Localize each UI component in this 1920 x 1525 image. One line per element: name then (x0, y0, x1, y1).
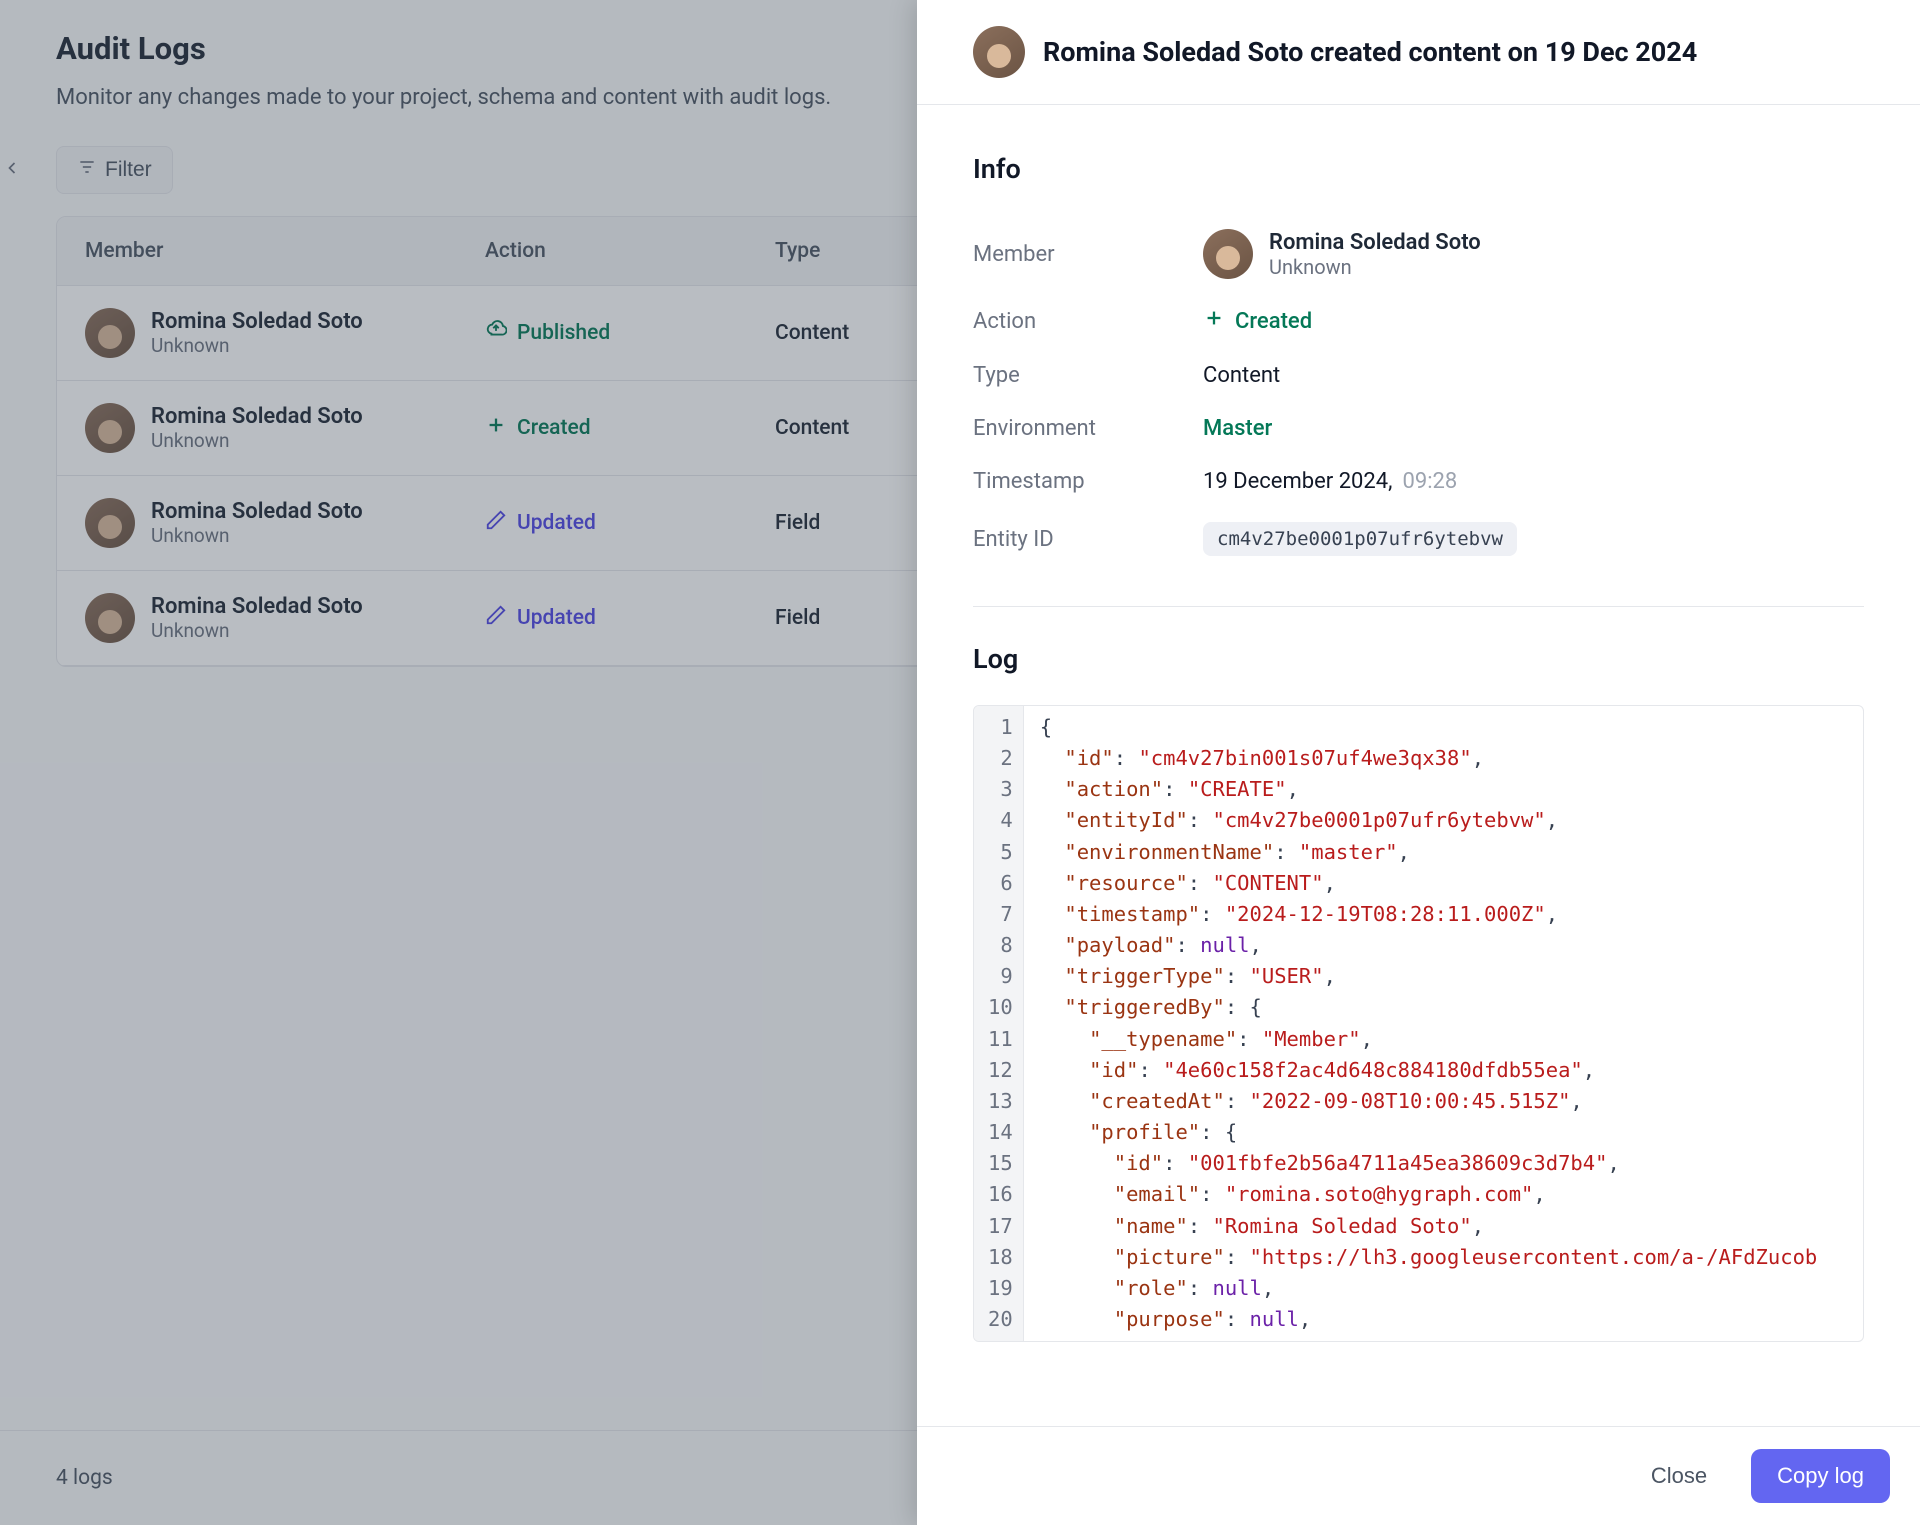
plus-icon (1203, 307, 1225, 335)
log-detail-panel: Romina Soledad Soto created content on 1… (917, 0, 1920, 1525)
timestamp-time: 09:28 (1402, 469, 1457, 494)
close-button[interactable]: Close (1625, 1449, 1733, 1503)
copy-log-button[interactable]: Copy log (1751, 1449, 1890, 1503)
code-content[interactable]: { "id": "cm4v27bin001s07uf4we3qx38", "ac… (1024, 706, 1834, 1341)
label-type: Type (973, 363, 1203, 388)
info-heading: Info (973, 153, 1864, 185)
action-value: Created (1235, 309, 1312, 334)
avatar (1203, 229, 1253, 279)
label-entity-id: Entity ID (973, 527, 1203, 552)
log-heading: Log (973, 643, 1864, 675)
panel-body[interactable]: Info Member Romina Soledad Soto Unknown … (917, 105, 1920, 1426)
member-name: Romina Soledad Soto (1269, 230, 1481, 255)
entity-id-chip[interactable]: cm4v27be0001p07ufr6ytebvw (1203, 522, 1517, 556)
member-role: Unknown (1269, 255, 1481, 279)
environment-value: Master (1203, 416, 1272, 441)
label-environment: Environment (973, 416, 1203, 441)
log-json-viewer[interactable]: 1 2 3 4 5 6 7 8 9 10 11 12 13 14 15 16 1… (973, 705, 1864, 1342)
label-action: Action (973, 309, 1203, 334)
panel-header: Romina Soledad Soto created content on 1… (917, 0, 1920, 105)
panel-title: Romina Soledad Soto created content on 1… (1043, 36, 1697, 68)
label-member: Member (973, 242, 1203, 267)
code-gutter: 1 2 3 4 5 6 7 8 9 10 11 12 13 14 15 16 1… (974, 706, 1024, 1341)
timestamp-date: 19 December 2024, (1203, 469, 1392, 494)
panel-footer: Close Copy log (917, 1426, 1920, 1525)
label-timestamp: Timestamp (973, 469, 1203, 494)
type-value: Content (1203, 363, 1280, 388)
avatar (973, 26, 1025, 78)
divider (973, 606, 1864, 607)
